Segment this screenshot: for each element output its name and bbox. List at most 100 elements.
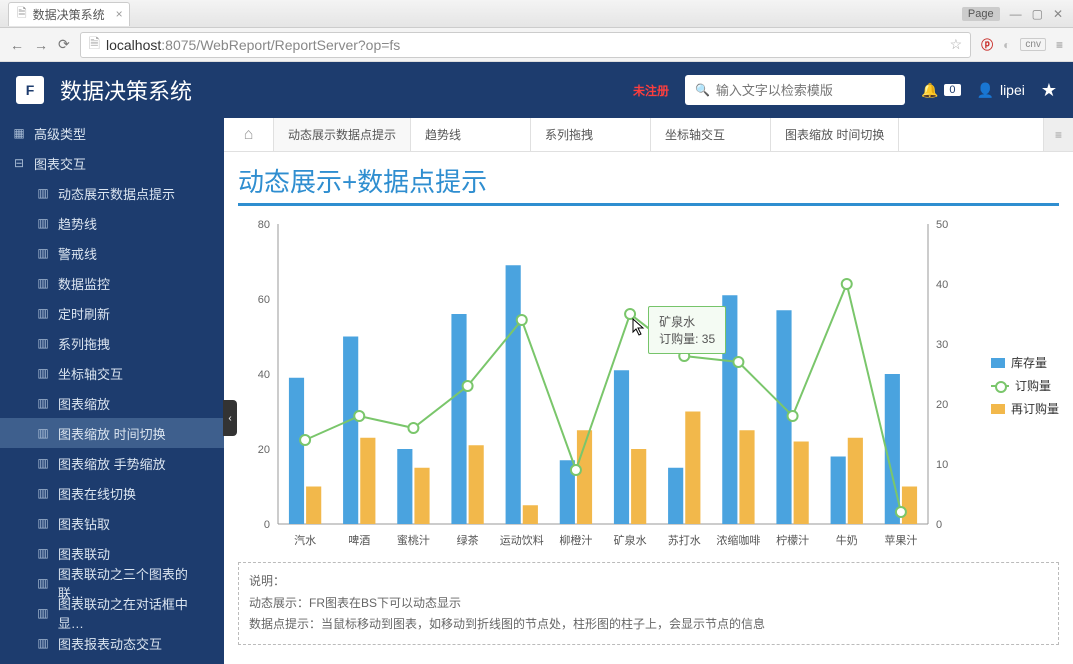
sidebar-item-icon: ▥	[36, 456, 50, 470]
sidebar-item-label: 趋势线	[58, 214, 97, 233]
sidebar-item[interactable]: ▦高级类型	[0, 118, 224, 148]
sidebar-item-icon: ▥	[36, 486, 50, 500]
tab-title: 数据决策系统	[33, 6, 105, 23]
bell-icon: 🔔	[921, 82, 938, 99]
legend-swatch	[991, 385, 1009, 387]
legend-item[interactable]: 订购量	[991, 377, 1059, 394]
sidebar-item-icon: ▥	[36, 276, 50, 290]
sidebar: ▦高级类型⊟图表交互▥动态展示数据点提示▥趋势线▥警戒线▥数据监控▥定时刷新▥系…	[0, 118, 224, 664]
sidebar-item[interactable]: ▥ 定时刷新	[0, 298, 224, 328]
sidebar-item[interactable]: ▥警戒线	[0, 238, 224, 268]
close-icon[interactable]: ×	[116, 7, 123, 21]
sidebar-item[interactable]: ▥动态展示数据点提示	[0, 178, 224, 208]
sidebar-item[interactable]: ▥图表联动之在对话框中显…	[0, 598, 224, 628]
sidebar-item-icon: ▥	[36, 216, 50, 230]
sidebar-item-label: 动态展示数据点提示	[58, 184, 175, 203]
favorite-button[interactable]: ★	[1041, 80, 1057, 101]
user-menu[interactable]: 👤 lipei	[977, 82, 1025, 99]
sidebar-item-label: 图表在线切换	[58, 484, 136, 503]
sidebar-item-label: 坐标轴交互	[58, 364, 123, 383]
url-host: localhost	[106, 37, 161, 53]
page-badge: Page	[962, 7, 1000, 21]
sidebar-item-label: 图表缩放	[58, 394, 110, 413]
sidebar-item-icon: ▥	[36, 306, 50, 320]
minimize-icon[interactable]: —	[1010, 7, 1022, 21]
legend-item[interactable]: 库存量	[991, 354, 1059, 371]
main-panel: ‹ ⌂动态展示数据点提示趋势线系列拖拽坐标轴交互图表缩放 时间切换≡ 动态展示+…	[224, 118, 1073, 664]
file-page-icon: 🗎	[89, 33, 100, 57]
search-box[interactable]: 🔍	[685, 75, 905, 105]
sidebar-item[interactable]: ▥图表缩放	[0, 388, 224, 418]
sidebar-item[interactable]: ▥图表报表动态交互	[0, 628, 224, 658]
content-tab[interactable]: 趋势线	[411, 118, 531, 151]
legend-label: 再订购量	[1011, 400, 1059, 417]
sidebar-item[interactable]: ▥ 图表在线切换	[0, 478, 224, 508]
search-input[interactable]	[716, 83, 895, 98]
svg-text:30: 30	[936, 339, 948, 351]
sidebar-item[interactable]: ▥图表钻取	[0, 508, 224, 538]
chart-tooltip: 矿泉水 订购量: 35	[648, 306, 726, 354]
svg-text:矿泉水: 矿泉水	[614, 533, 647, 547]
content-tab[interactable]: 动态展示数据点提示	[274, 118, 411, 151]
legend-label: 库存量	[1011, 354, 1047, 371]
sidebar-item-icon: ▥	[36, 576, 50, 590]
tab-overflow-button[interactable]: ≡	[1043, 118, 1073, 151]
svg-text:绿茶: 绿茶	[457, 533, 479, 547]
forward-icon[interactable]: →	[34, 37, 48, 53]
extension-icon[interactable]: ◐	[1003, 38, 1010, 52]
app-title: 数据决策系统	[60, 74, 192, 106]
app-logo-icon: F	[16, 76, 44, 104]
url-path: :8075/WebReport/ReportServer?op=fs	[161, 37, 400, 53]
home-tab[interactable]: ⌂	[224, 118, 274, 151]
legend-swatch	[991, 358, 1005, 368]
svg-text:40: 40	[936, 279, 948, 291]
chart-container: 02040608001020304050汽水啤酒蜜桃汁绿茶运动饮料柳橙汁矿泉水苏…	[238, 214, 1059, 554]
search-icon: 🔍	[695, 83, 710, 97]
menu-icon[interactable]: ≡	[1056, 38, 1063, 52]
unregistered-label: 未注册	[633, 82, 669, 99]
pinterest-icon[interactable]: ⓟ	[981, 36, 993, 53]
svg-text:10: 10	[936, 459, 948, 471]
svg-text:柠檬汁: 柠檬汁	[776, 533, 809, 547]
legend-item[interactable]: 再订购量	[991, 400, 1059, 417]
sidebar-item[interactable]: ▥数据监控	[0, 268, 224, 298]
browser-tab[interactable]: 🗎 数据决策系统 ×	[8, 2, 130, 26]
cnv-badge[interactable]: cnv	[1020, 38, 1046, 51]
sidebar-item-label: 系列拖拽	[58, 334, 110, 353]
content-tab[interactable]: 坐标轴交互	[651, 118, 771, 151]
svg-text:80: 80	[258, 219, 270, 231]
url-input[interactable]: 🗎 localhost:8075/WebReport/ReportServer?…	[80, 32, 971, 58]
content-tabbar: ⌂动态展示数据点提示趋势线系列拖拽坐标轴交互图表缩放 时间切换 ≡	[224, 118, 1073, 152]
bookmark-star-icon[interactable]: ☆	[950, 36, 963, 53]
back-icon[interactable]: ←	[10, 37, 24, 53]
sidebar-item-label: 定时刷新	[58, 304, 110, 323]
sidebar-item[interactable]: ▥图表缩放 手势缩放	[0, 448, 224, 478]
svg-text:啤酒: 啤酒	[348, 533, 370, 547]
reload-icon[interactable]: ⟳	[58, 36, 70, 53]
sidebar-collapse-handle[interactable]: ‹	[223, 400, 237, 436]
svg-text:20: 20	[258, 444, 270, 456]
sidebar-item[interactable]: ▥图表缩放 时间切换	[0, 418, 224, 448]
close-window-icon[interactable]: ✕	[1053, 7, 1063, 21]
browser-titlebar: 🗎 数据决策系统 × Page — ▢ ✕	[0, 0, 1073, 28]
sidebar-item[interactable]: ▥ 系列拖拽	[0, 328, 224, 358]
browser-addressbar: ← → ⟳ 🗎 localhost:8075/WebReport/ReportS…	[0, 28, 1073, 62]
svg-text:苹果汁: 苹果汁	[884, 533, 917, 547]
content-tab[interactable]: 系列拖拽	[531, 118, 651, 151]
maximize-icon[interactable]: ▢	[1032, 7, 1043, 21]
sidebar-item[interactable]: ▥ 坐标轴交互	[0, 358, 224, 388]
combo-chart: 02040608001020304050汽水啤酒蜜桃汁绿茶运动饮料柳橙汁矿泉水苏…	[238, 214, 968, 554]
sidebar-item-icon: ▥	[36, 336, 50, 350]
notifications-button[interactable]: 🔔 0	[921, 82, 961, 99]
description-box: 说明： 动态展示：FR图表在BS下可以动态显示 数据点提示：当鼠标移动到图表，如…	[238, 562, 1059, 645]
sidebar-item-icon: ▥	[36, 366, 50, 380]
sidebar-item-icon: ▥	[36, 606, 50, 620]
content-tab[interactable]: 图表缩放 时间切换	[771, 118, 899, 151]
svg-text:20: 20	[936, 399, 948, 411]
svg-text:0: 0	[936, 519, 942, 531]
content-area: 动态展示+数据点提示 02040608001020304050汽水啤酒蜜桃汁绿茶…	[224, 152, 1073, 664]
sidebar-item-label: 图表交互	[34, 154, 86, 173]
sidebar-item[interactable]: ⊟图表交互	[0, 148, 224, 178]
sidebar-item[interactable]: ▥ 趋势线	[0, 208, 224, 238]
svg-text:汽水: 汽水	[294, 533, 316, 547]
